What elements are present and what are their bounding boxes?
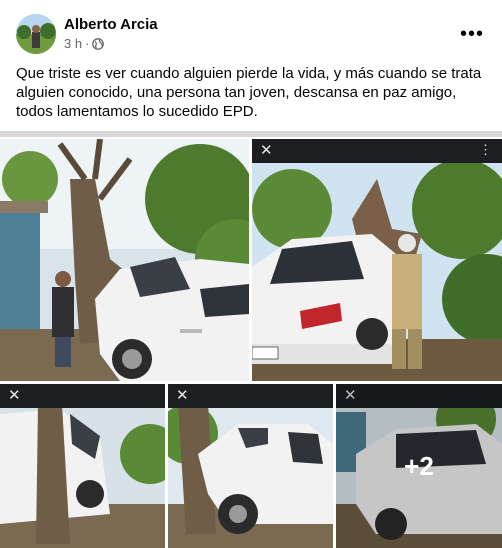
close-icon[interactable]: ✕ (260, 143, 273, 159)
photo-2[interactable]: ✕ ⋮ (252, 139, 502, 381)
photo-3-toolbar: ✕ (0, 384, 165, 408)
globe-icon[interactable] (92, 37, 105, 50)
photo-4[interactable]: ✕ (168, 384, 333, 548)
photo-2-toolbar: ✕ ⋮ (252, 139, 502, 163)
post-meta: 3 h · (64, 36, 105, 51)
photo-grid: ✕ ⋮ ✕ ✕ ✕ +2 (0, 131, 502, 548)
more-photos-count[interactable]: +2 (336, 384, 502, 548)
more-options-icon[interactable]: ••• (458, 20, 486, 48)
author-name[interactable]: Alberto Arcia (64, 16, 158, 33)
previous-image-strip (0, 131, 502, 137)
photo-5[interactable]: ✕ +2 (336, 384, 502, 548)
kebab-menu-icon[interactable]: ⋮ (479, 142, 492, 158)
photo-4-toolbar: ✕ (168, 384, 333, 408)
post-text: Que triste es ver cuando alguien pierde … (16, 65, 482, 120)
close-icon[interactable]: ✕ (8, 388, 21, 404)
meta-separator: · (85, 36, 90, 51)
photo-3[interactable]: ✕ (0, 384, 165, 548)
author-avatar[interactable] (16, 14, 56, 54)
post-header: Alberto Arcia 3 h · ••• (16, 14, 486, 56)
post-time[interactable]: 3 h (64, 36, 82, 51)
photo-1[interactable] (0, 139, 249, 381)
close-icon[interactable]: ✕ (176, 388, 189, 404)
